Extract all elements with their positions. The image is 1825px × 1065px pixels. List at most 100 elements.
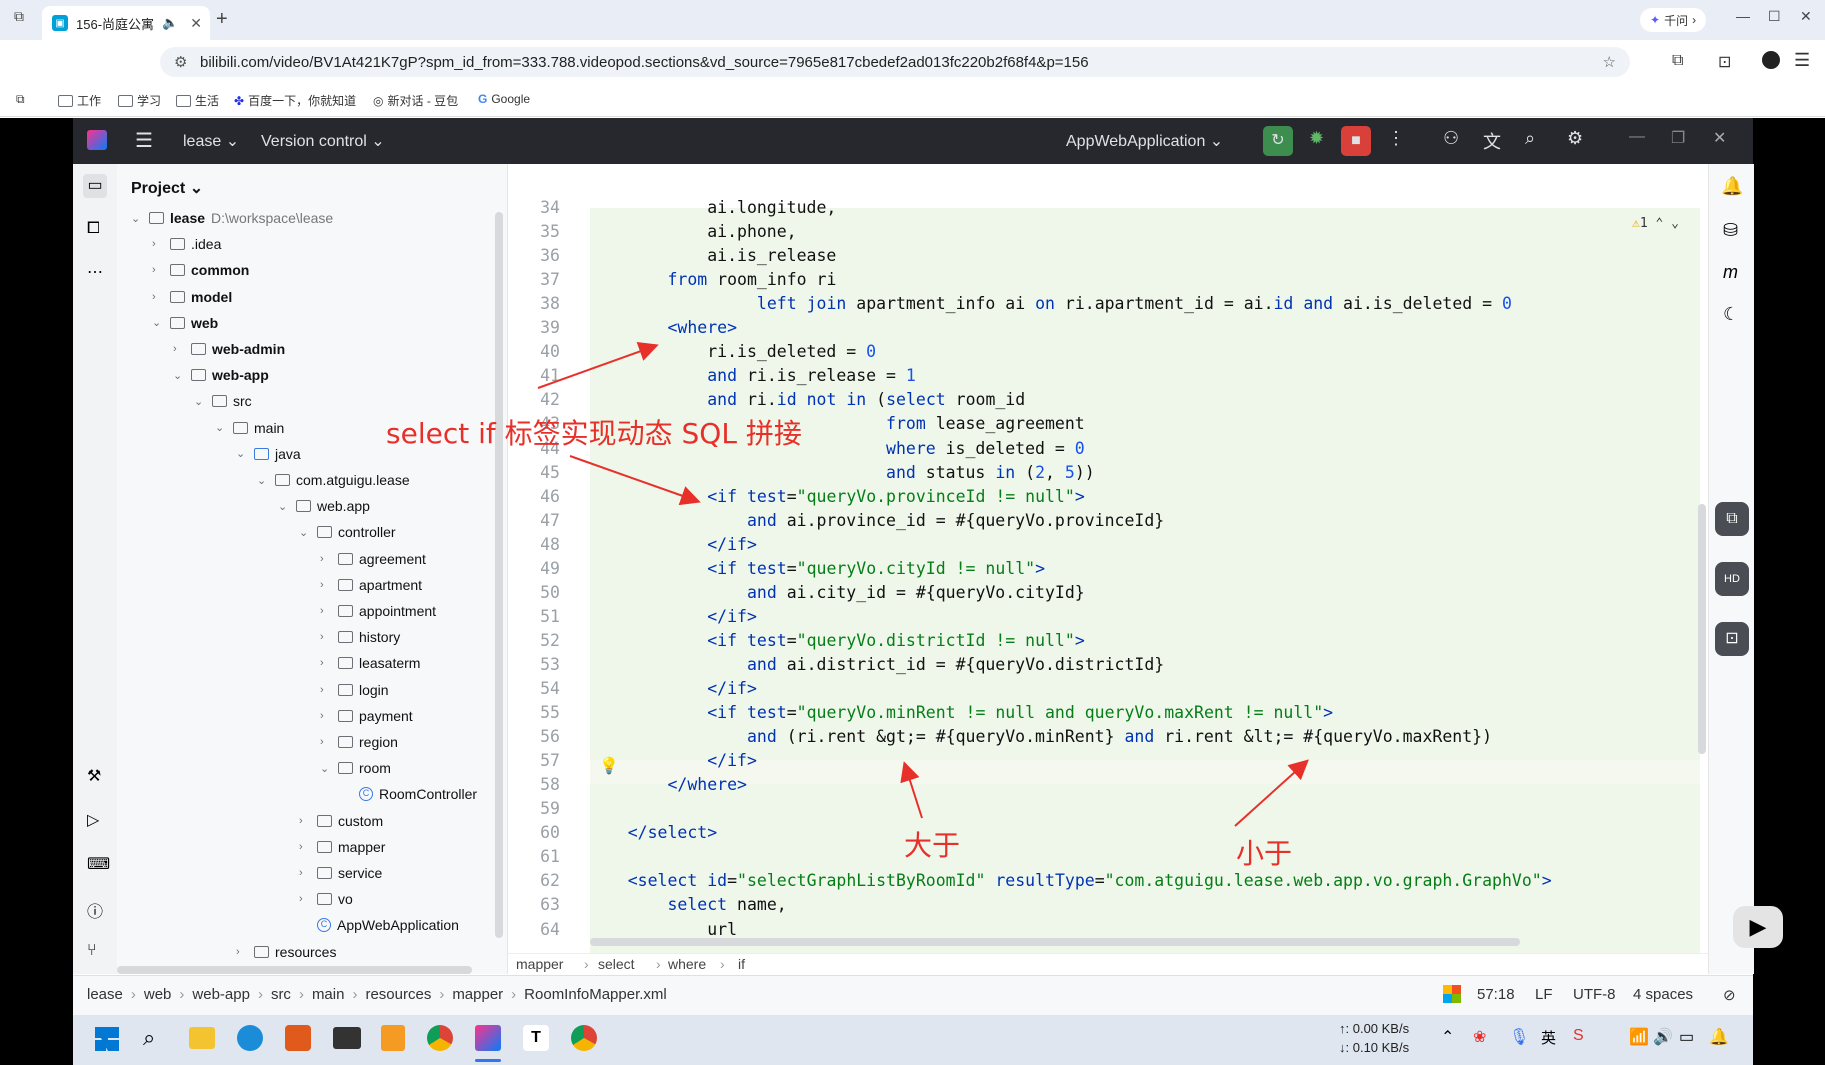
code-line[interactable]: 58 </where>	[508, 775, 1708, 799]
chevron-right-icon[interactable]: ›	[152, 264, 164, 276]
ubuntu-icon[interactable]	[285, 1025, 311, 1051]
bookmark-doubao[interactable]: ◎ 新对话 - 豆包	[373, 92, 458, 109]
tree-item[interactable]: › model	[152, 289, 232, 305]
chevron-down-icon[interactable]: ⌄	[194, 395, 206, 408]
code-line[interactable]: 35 ai.phone,	[508, 222, 1708, 246]
warning-counter[interactable]: ⚠1 ⌃ ⌄	[1632, 216, 1679, 231]
code-line[interactable]: 53 and ai.district_id = #{queryVo.distri…	[508, 655, 1708, 679]
tree-item[interactable]: › payment	[320, 708, 413, 724]
chevron-right-icon[interactable]: ›	[299, 867, 311, 879]
caret-position[interactable]: 57:18	[1477, 986, 1515, 1003]
build-tool-icon[interactable]: ⚒	[87, 766, 101, 786]
chevron-right-icon[interactable]: ›	[320, 631, 332, 643]
code-line[interactable]: 38 left join apartment_info ai on ri.apa…	[508, 294, 1708, 318]
vcs-menu[interactable]: Version control ⌄	[261, 131, 385, 151]
code-line[interactable]: 41 and ri.is_release = 1	[508, 366, 1708, 390]
stop-icon[interactable]: ■	[1341, 126, 1371, 156]
tree-item[interactable]: ⌄ controller	[299, 524, 396, 540]
chevron-down-icon[interactable]: ⌄	[299, 526, 311, 539]
vertical-scrollbar[interactable]	[495, 212, 503, 938]
crumb-where[interactable]: where	[668, 956, 706, 972]
code-line[interactable]: 59	[508, 799, 1708, 823]
chevron-right-icon[interactable]: ›	[236, 946, 248, 958]
chevron-down-icon[interactable]: ⌄	[215, 421, 227, 434]
battery-icon[interactable]: ▭	[1679, 1027, 1694, 1047]
speaker-icon[interactable]: 🔈	[162, 15, 178, 31]
more-actions-icon[interactable]: ⋮	[1387, 128, 1405, 149]
tree-item[interactable]: C AppWebApplication	[299, 917, 459, 933]
site-info-icon[interactable]: ⚙	[174, 53, 187, 71]
bookmark-work[interactable]: 工作	[58, 92, 101, 109]
editor-vertical-scrollbar[interactable]	[1698, 504, 1706, 754]
tree-item[interactable]: ⌄ java	[236, 446, 301, 462]
chevron-down-icon[interactable]: ⌄	[278, 500, 290, 513]
pip-icon[interactable]: ⧉	[1715, 502, 1749, 536]
code-line[interactable]: 48 </if>	[508, 535, 1708, 559]
problems-tool-icon[interactable]: ⓘ	[87, 898, 103, 922]
code-line[interactable]: 55 <if test="queryVo.minRent != null and…	[508, 703, 1708, 727]
code-line[interactable]: 49 <if test="queryVo.cityId != null">	[508, 559, 1708, 583]
translate-icon[interactable]: 文	[1483, 128, 1501, 154]
notification-bell-icon[interactable]: 🔔	[1709, 1027, 1729, 1047]
menu-icon[interactable]: ☰	[1794, 50, 1810, 71]
status-path-item[interactable]: RoomInfoMapper.xml	[524, 986, 667, 1003]
tree-item[interactable]: › vo	[299, 891, 353, 907]
chevron-right-icon[interactable]: ›	[320, 657, 332, 669]
volume-icon[interactable]: 🔊	[1653, 1027, 1673, 1047]
tree-item[interactable]: › leasaterm	[320, 655, 420, 671]
chevron-down-icon[interactable]: ⌄	[236, 447, 248, 460]
ide-restore-icon[interactable]: ❐	[1671, 128, 1685, 148]
code-line[interactable]: 60 </select>	[508, 823, 1708, 847]
run-config-selector[interactable]: AppWebApplication ⌄	[1066, 131, 1223, 151]
status-path-item[interactable]: lease	[87, 986, 123, 1003]
bookmark-study[interactable]: 学习	[118, 92, 161, 109]
horizontal-scrollbar[interactable]	[117, 966, 472, 974]
capture-icon[interactable]: ⊡	[1715, 622, 1749, 656]
status-path-item[interactable]: main	[312, 986, 345, 1003]
tree-item[interactable]: › common	[152, 262, 249, 278]
code-line[interactable]: 57 </if>	[508, 751, 1708, 775]
structure-tool-icon[interactable]: ⧠	[87, 220, 100, 238]
code-line[interactable]: 34 ai.longitude,	[508, 198, 1708, 222]
bookmarks-apps-icon[interactable]: ⧉	[16, 92, 25, 107]
tree-item[interactable]: ⌄ com.atguigu.lease	[257, 472, 410, 488]
tree-item[interactable]: › .idea	[152, 236, 221, 252]
file-explorer-icon[interactable]	[189, 1027, 215, 1049]
code-editor[interactable]: 34 ai.longitude, 35 ai.phone, 36 ai.is_rel…	[508, 198, 1708, 953]
tree-item[interactable]: › history	[320, 629, 400, 645]
code-line[interactable]: 62 <select id="selectGraphListByRoomId" …	[508, 871, 1708, 895]
rerun-icon[interactable]: ↻	[1263, 126, 1293, 156]
maximize-icon[interactable]: ☐	[1768, 8, 1781, 25]
screenshot-icon[interactable]: ⊡	[1718, 52, 1731, 72]
sublime-icon[interactable]	[381, 1025, 405, 1051]
tree-item[interactable]: › agreement	[320, 551, 426, 567]
play-icon[interactable]: ▶	[1733, 906, 1783, 948]
terminal-app-icon[interactable]	[333, 1027, 361, 1049]
chevron-right-icon[interactable]: ›	[320, 736, 332, 748]
settings-icon[interactable]: ⚙	[1567, 128, 1583, 149]
tree-item[interactable]: ⌄ web.app	[278, 498, 370, 514]
chevron-right-icon[interactable]: ›	[320, 579, 332, 591]
code-line[interactable]: 39 <where>	[508, 318, 1708, 342]
taskbar-search-icon[interactable]: ⌕	[143, 1025, 155, 1051]
chevron-right-icon[interactable]: ›	[320, 605, 332, 617]
chevron-right-icon[interactable]: ›	[320, 710, 332, 722]
chevron-down-icon[interactable]: ⌄	[131, 212, 143, 225]
tree-item[interactable]: › login	[320, 682, 389, 698]
tree-item[interactable]: ⌄ room	[320, 760, 391, 776]
chrome-icon-2[interactable]	[571, 1025, 597, 1051]
profile-avatar[interactable]	[1762, 51, 1780, 69]
chevron-right-icon[interactable]: ›	[299, 893, 311, 905]
browser-tab-active[interactable]: ▣ 156-尚庭公寓 🔈 ✕	[42, 6, 210, 40]
tree-item[interactable]: C RoomController	[341, 786, 477, 802]
tree-item[interactable]: ⌄ lease D:\workspace\lease	[131, 210, 333, 226]
project-tool-icon[interactable]: ▭	[83, 174, 107, 198]
tab-search-icon[interactable]: ⧉	[14, 8, 24, 25]
project-switcher[interactable]: lease ⌄	[183, 131, 239, 151]
gradle-icon[interactable]: ☾	[1723, 304, 1739, 325]
intention-bulb-icon[interactable]: 💡	[599, 756, 619, 775]
indent-setting[interactable]: 4 spaces	[1633, 986, 1693, 1003]
tree-item[interactable]: › region	[320, 734, 398, 750]
tree-item[interactable]: ⌄ web-app	[173, 367, 269, 383]
edge-icon[interactable]	[237, 1025, 263, 1051]
